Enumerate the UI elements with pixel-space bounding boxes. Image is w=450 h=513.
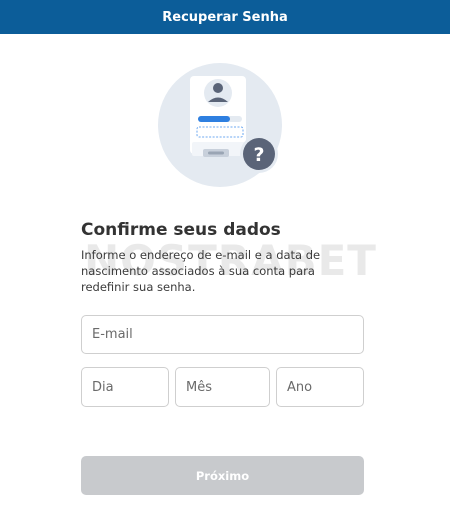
question-mark-icon: ?: [240, 135, 278, 173]
page-header: Recuperar Senha: [0, 0, 450, 34]
user-avatar-icon: [204, 79, 232, 107]
account-recovery-illustration: ?: [157, 62, 283, 188]
month-field[interactable]: [175, 367, 270, 407]
section-description: Informe o endereço de e-mail e a data de…: [81, 248, 321, 294]
section-title: Confirme seus dados: [81, 220, 281, 240]
year-field[interactable]: [276, 367, 364, 407]
svg-text:?: ?: [253, 144, 264, 166]
page-title: Recuperar Senha: [162, 9, 288, 25]
email-field[interactable]: [81, 315, 364, 354]
day-field[interactable]: [81, 367, 169, 407]
next-button[interactable]: Próximo: [81, 456, 364, 495]
